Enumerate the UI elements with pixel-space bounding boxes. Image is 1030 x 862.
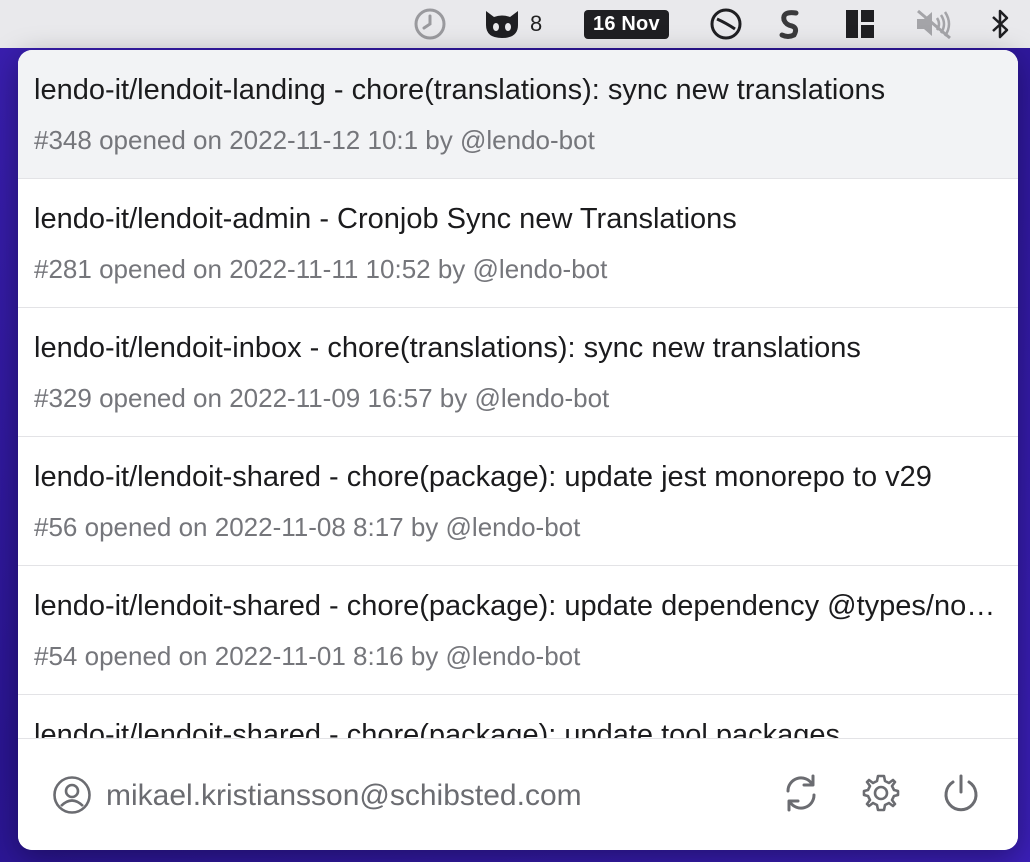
pr-meta: #329 opened on 2022-11-09 16:57 by @lend… (34, 383, 610, 413)
github-icon (482, 7, 522, 41)
settings-button[interactable] (858, 772, 904, 818)
popover-footer: mikael.kristiansson@schibsted.com (18, 738, 1018, 850)
user-icon (52, 775, 92, 815)
menu-bar: 8 16 Nov (0, 0, 1030, 48)
pr-title: lendo-it/lendoit-landing - chore(transla… (34, 74, 886, 106)
pull-request-popover: lendo-it/lendoit-landing - chore(transla… (18, 50, 1018, 850)
no-entry-icon[interactable] (709, 0, 743, 48)
gear-icon (860, 772, 902, 819)
pr-row[interactable]: lendo-it/lendoit-shared - chore(package)… (18, 566, 1018, 695)
pr-meta: #348 opened on 2022-11-12 10:1 by @lendo… (34, 125, 595, 155)
history-icon[interactable] (412, 0, 448, 48)
pr-meta: #54 opened on 2022-11-01 8:16 by @lendo-… (34, 641, 581, 671)
refresh-button[interactable] (778, 772, 824, 818)
user-email: mikael.kristiansson@schibsted.com (106, 779, 582, 812)
pr-row[interactable]: lendo-it/lendoit-admin - Cronjob Sync ne… (18, 179, 1018, 308)
pr-title: lendo-it/lendoit-inbox - chore(translati… (34, 332, 861, 364)
muted-speaker-icon[interactable] (914, 0, 954, 48)
pr-meta: #281 opened on 2022-11-11 10:52 by @lend… (34, 254, 608, 284)
pr-row[interactable]: lendo-it/lendoit-shared - chore(package)… (18, 437, 1018, 566)
refresh-icon (780, 772, 822, 819)
quit-button[interactable] (938, 772, 984, 818)
pr-row[interactable]: lendo-it/lendoit-shared - chore(package)… (18, 695, 1018, 738)
pr-row[interactable]: lendo-it/lendoit-landing - chore(transla… (18, 50, 1018, 179)
bluetooth-icon[interactable] (990, 0, 1012, 48)
pr-title: lendo-it/lendoit-shared - chore(package)… (34, 461, 932, 493)
pr-row[interactable]: lendo-it/lendoit-inbox - chore(translati… (18, 308, 1018, 437)
dollar-icon[interactable] (776, 0, 804, 48)
layout-icon[interactable] (844, 0, 876, 48)
github-pr-count: 8 (530, 11, 543, 36)
pr-meta: #56 opened on 2022-11-08 8:17 by @lendo-… (34, 512, 581, 542)
pull-request-list: lendo-it/lendoit-landing - chore(transla… (18, 50, 1018, 738)
power-icon (940, 772, 982, 819)
github-status-item[interactable]: 8 (482, 0, 542, 48)
date-badge: 16 Nov (584, 9, 669, 39)
pr-title: lendo-it/lendoit-shared - chore(package)… (34, 590, 998, 622)
date-item[interactable]: 16 Nov (584, 0, 669, 48)
pr-title: lendo-it/lendoit-shared - chore(package)… (34, 719, 841, 738)
pr-title: lendo-it/lendoit-admin - Cronjob Sync ne… (34, 203, 737, 235)
